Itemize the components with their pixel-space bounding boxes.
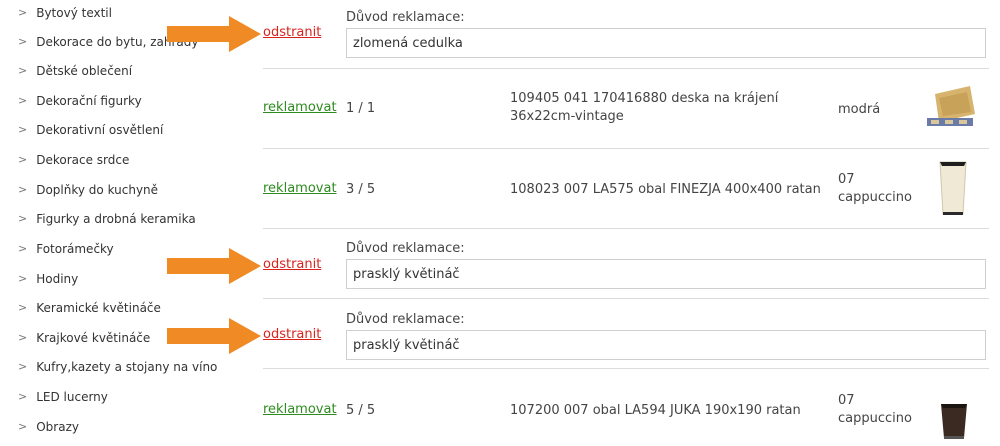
- sidebar-item-label: Kufry,kazety a stojany na víno: [36, 360, 218, 374]
- product-image: [939, 161, 967, 215]
- arrow-icon: [167, 16, 261, 52]
- arrow-icon: [167, 248, 261, 284]
- row-divider: [263, 68, 989, 69]
- chevron-right-icon: >: [18, 242, 28, 255]
- reason-input[interactable]: [346, 28, 986, 58]
- product-color: 07 cappuccino: [838, 393, 912, 426]
- chevron-right-icon: >: [18, 94, 28, 107]
- sidebar-item-dekoracni-figurky[interactable]: > Dekorační figurky: [18, 94, 142, 114]
- claim-link[interactable]: reklamovat: [263, 402, 337, 417]
- claim-link[interactable]: reklamovat: [263, 100, 337, 115]
- product-color: modrá: [838, 102, 881, 117]
- quantity: 5 / 5: [346, 403, 376, 418]
- quantity: 1 / 1: [346, 101, 376, 116]
- sidebar-item-keramicke-kvetinace[interactable]: > Keramické květináče: [18, 301, 161, 321]
- sidebar-item-label: Krajkové květináče: [36, 331, 151, 345]
- product-name: 109405 041 170416880 deska na krájení 36…: [510, 91, 779, 124]
- category-sidebar: > Bytový textil > Dekorace do bytu, zahrad…: [0, 0, 250, 446]
- sidebar-item-label: Fotorámečky: [36, 242, 114, 256]
- sidebar-item-label: Dětské oblečení: [36, 64, 133, 78]
- sidebar-item-krajkove-kvetinace[interactable]: > Krajkové květináče: [18, 331, 150, 351]
- sidebar-item-detske-obleceni[interactable]: > Dětské oblečení: [18, 64, 132, 84]
- product-name: 107200 007 obal LA594 JUKA 190x190 ratan: [510, 403, 801, 418]
- sidebar-item-dekorace-srdce[interactable]: > Dekorace srdce: [18, 153, 129, 173]
- sidebar-item-label: Dekorace srdce: [36, 153, 130, 167]
- remove-link[interactable]: odstranit: [263, 327, 321, 342]
- chevron-right-icon: >: [18, 420, 28, 433]
- chevron-right-icon: >: [18, 331, 28, 344]
- product-color: 07 cappuccino: [838, 172, 912, 205]
- chevron-right-icon: >: [18, 64, 28, 77]
- row-divider: [263, 148, 989, 149]
- sidebar-item-label: Keramické květináče: [36, 301, 161, 315]
- sidebar-item-led-lucerny[interactable]: > LED lucerny: [18, 390, 108, 410]
- chevron-right-icon: >: [18, 183, 28, 196]
- sidebar-item-fotoramecky[interactable]: > Fotorámečky: [18, 242, 114, 262]
- sidebar-item-figurky-keramika[interactable]: > Figurky a drobná keramika: [18, 212, 196, 232]
- product-name: 108023 007 LA575 obal FINEZJA 400x400 ra…: [510, 182, 821, 197]
- sidebar-item-label: Hodiny: [36, 272, 79, 286]
- sidebar-item-kufry-kazety[interactable]: > Kufry,kazety a stojany na víno: [18, 360, 217, 380]
- chevron-right-icon: >: [18, 153, 28, 166]
- sidebar-item-dekorativni-osvetleni[interactable]: > Dekorativní osvětlení: [18, 123, 163, 143]
- row-divider: [263, 368, 989, 369]
- sidebar-item-label: LED lucerny: [36, 390, 108, 404]
- chevron-right-icon: >: [18, 212, 28, 225]
- product-image: [941, 404, 967, 439]
- arrow-icon: [167, 318, 261, 354]
- sidebar-item-bytovy-textil[interactable]: > Bytový textil: [18, 6, 112, 26]
- reason-input[interactable]: [346, 330, 986, 360]
- quantity: 3 / 5: [346, 182, 376, 197]
- sidebar-item-label: Obrazy: [36, 420, 79, 434]
- chevron-right-icon: >: [18, 390, 28, 403]
- sidebar-item-hodiny[interactable]: > Hodiny: [18, 272, 78, 292]
- reason-label: Důvod reklamace:: [346, 241, 465, 256]
- claim-link[interactable]: reklamovat: [263, 181, 337, 196]
- reason-label: Důvod reklamace:: [346, 312, 465, 327]
- row-divider: [263, 228, 989, 229]
- product-image: [927, 86, 975, 126]
- chevron-right-icon: >: [18, 123, 28, 136]
- sidebar-item-label: Dekorační figurky: [36, 94, 142, 108]
- sidebar-item-label: Bytový textil: [36, 6, 112, 20]
- reason-label: Důvod reklamace:: [346, 10, 465, 25]
- sidebar-item-label: Doplňky do kuchyně: [36, 183, 159, 197]
- remove-link[interactable]: odstranit: [263, 257, 321, 272]
- chevron-right-icon: >: [18, 360, 28, 373]
- chevron-right-icon: >: [18, 272, 28, 285]
- reason-input[interactable]: [346, 259, 986, 289]
- sidebar-item-label: Dekorativní osvětlení: [36, 123, 164, 137]
- chevron-right-icon: >: [18, 301, 28, 314]
- sidebar-item-doplnky-do-kuchyne[interactable]: > Doplňky do kuchyně: [18, 183, 158, 203]
- remove-link[interactable]: odstranit: [263, 25, 321, 40]
- sidebar-item-label: Figurky a drobná keramika: [36, 212, 196, 226]
- chevron-right-icon: >: [18, 35, 28, 48]
- sidebar-item-obrazy[interactable]: > Obrazy: [18, 420, 79, 440]
- chevron-right-icon: >: [18, 6, 28, 19]
- row-divider: [263, 298, 989, 299]
